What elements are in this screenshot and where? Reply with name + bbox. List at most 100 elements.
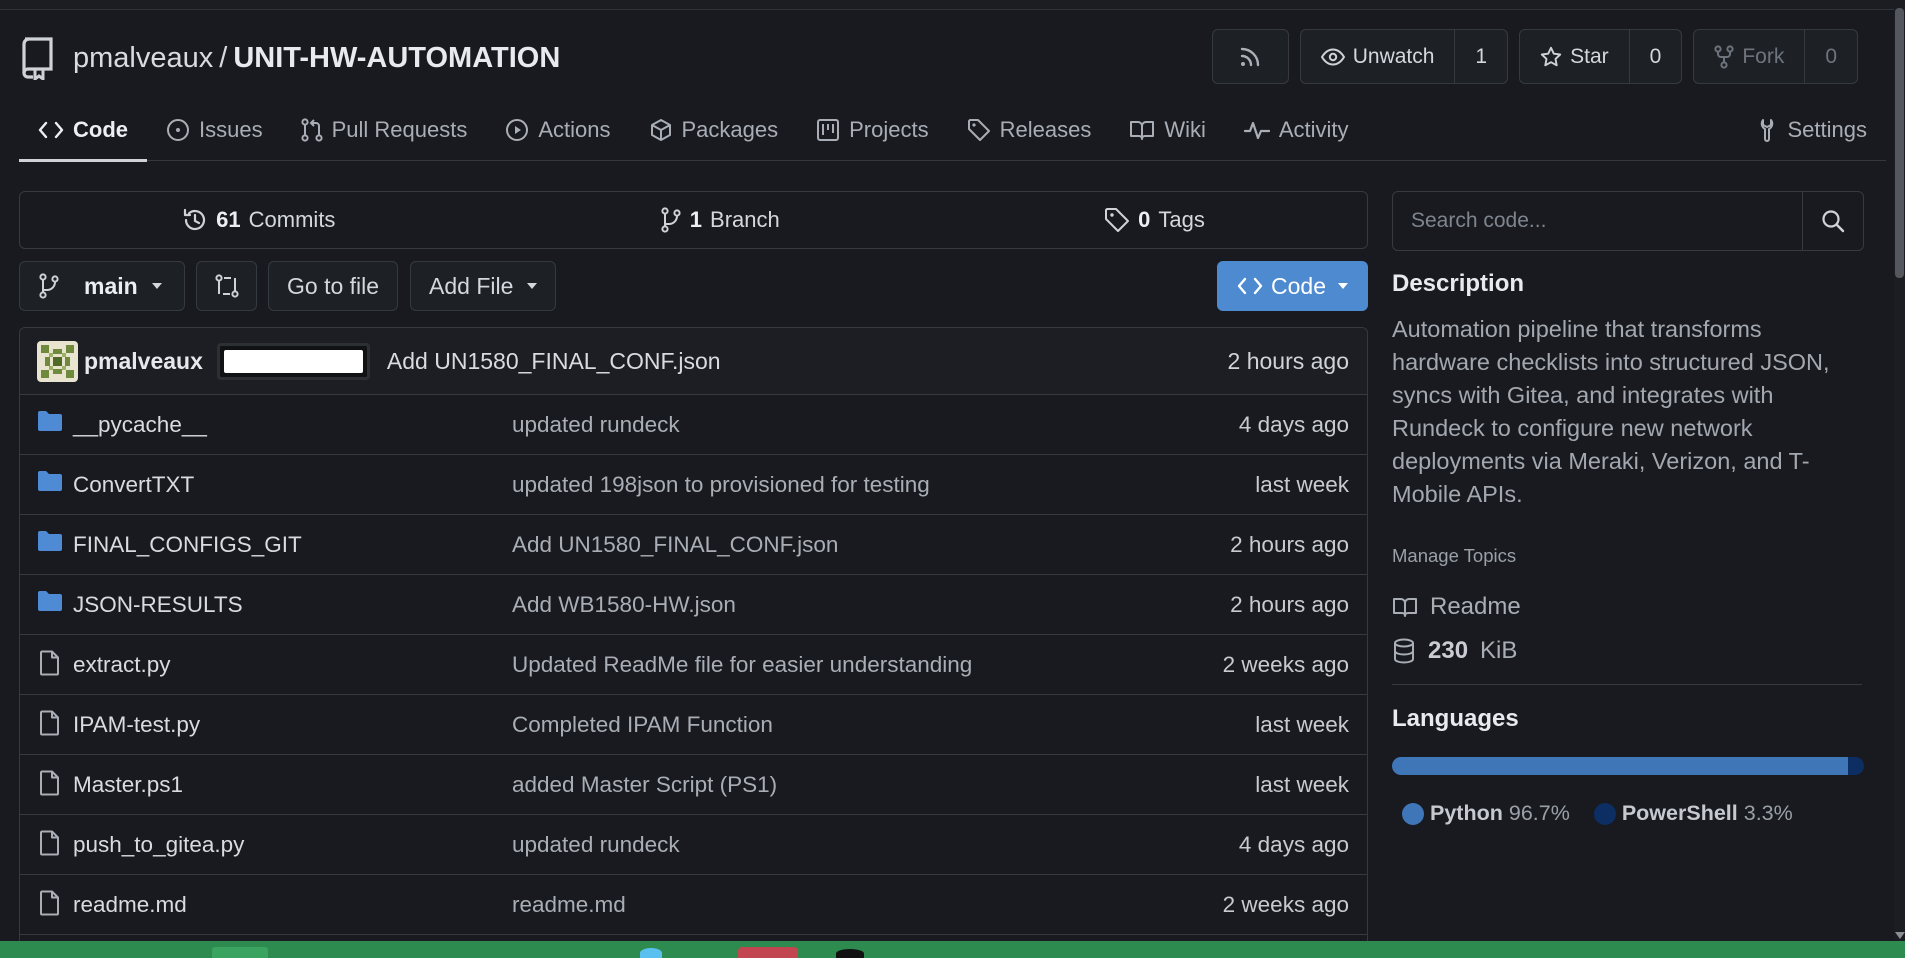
file-commit-message-link[interactable]: readme.md — [512, 892, 626, 918]
fork-icon — [1714, 44, 1734, 69]
tags-link[interactable]: 0 Tags — [1104, 207, 1205, 233]
tags-count: 0 — [1138, 207, 1151, 232]
star-label: Star — [1570, 44, 1609, 68]
tab-pull-requests[interactable]: Pull Requests — [282, 99, 487, 161]
page-scrollbar[interactable] — [1894, 0, 1905, 941]
sidebar-divider — [1392, 684, 1862, 685]
tab-issues[interactable]: Issues — [147, 99, 282, 161]
taskbar-app-icon[interactable] — [836, 949, 864, 958]
taskbar-app-icon[interactable] — [738, 947, 798, 958]
window-top-edge — [0, 0, 1905, 10]
add-file-button[interactable]: Add File — [410, 261, 557, 311]
file-commit-message-link[interactable]: Updated ReadMe file for easier understan… — [512, 652, 972, 678]
file-commit-message-link[interactable]: Add WB1580-HW.json — [512, 592, 736, 618]
header-actions: Unwatch 1 Star 0 Fork 0 — [1211, 29, 1858, 84]
branch-selector[interactable]: main — [19, 261, 185, 311]
clone-code-button[interactable]: Code — [1217, 261, 1368, 311]
folder-icon — [37, 530, 63, 552]
file-commit-message-link[interactable]: Completed IPAM Function — [512, 712, 773, 738]
file-icon — [39, 650, 61, 676]
language-bar-powershell — [1848, 757, 1864, 775]
book-icon — [1392, 596, 1418, 618]
tab-pull-requests-label: Pull Requests — [331, 117, 468, 142]
watch-count[interactable]: 1 — [1454, 30, 1507, 83]
tab-settings[interactable]: Settings — [1738, 99, 1887, 161]
repo-owner-link[interactable]: pmalveaux — [73, 42, 213, 74]
scrollbar-thumb[interactable] — [1895, 8, 1904, 278]
file-name-link[interactable]: Master.ps1 — [73, 772, 183, 798]
table-row[interactable]: Master.ps1 added Master Script (PS1) last … — [20, 755, 1367, 815]
table-row[interactable]: IPAM-test.py Completed IPAM Function last … — [20, 695, 1367, 755]
file-commit-message-link[interactable]: updated rundeck — [512, 412, 680, 438]
tab-activity[interactable]: Activity — [1225, 99, 1368, 161]
table-row[interactable]: JSON-RESULTS Add WB1580-HW.json 2 hours ag… — [20, 575, 1367, 635]
scroll-down-arrow-icon[interactable] — [1895, 932, 1905, 939]
folder-icon — [37, 410, 63, 432]
file-commit-time: last week — [1255, 471, 1349, 497]
tab-wiki[interactable]: Wiki — [1110, 99, 1225, 161]
tab-releases[interactable]: Releases — [948, 99, 1111, 161]
tab-activity-label: Activity — [1278, 117, 1349, 142]
repo-name-link[interactable]: UNIT-HW-AUTOMATION — [233, 42, 560, 74]
file-commit-message-link[interactable]: updated 198json to provisioned for testi… — [512, 472, 930, 498]
file-commit-message-link[interactable]: Add UN1580_FINAL_CONF.json — [512, 532, 838, 558]
star-count[interactable]: 0 — [1628, 30, 1682, 83]
table-row[interactable]: readme.md readme.md 2 weeks ago — [20, 875, 1367, 935]
file-name-link[interactable]: JSON-RESULTS — [73, 592, 243, 618]
fork-button-group: Fork 0 — [1693, 29, 1858, 84]
repo-tabs: Code Issues Pull Requests Actions Packag… — [19, 99, 1887, 162]
commits-link[interactable]: 61 Commits — [182, 207, 335, 233]
language-powershell[interactable]: PowerShell 3.3% — [1593, 801, 1793, 826]
file-name-link[interactable]: ConvertTXT — [73, 472, 194, 498]
redacted-commit-hash[interactable] — [216, 342, 370, 380]
book-icon — [1129, 119, 1155, 141]
fork-count[interactable]: 0 — [1804, 30, 1857, 83]
file-name-link[interactable]: IPAM-test.py — [73, 712, 200, 738]
fork-button[interactable]: Fork — [1694, 30, 1804, 83]
file-name-link[interactable]: extract.py — [73, 652, 171, 678]
branches-link[interactable]: 1 Branch — [660, 207, 780, 233]
file-name-link[interactable]: __pycache__ — [73, 412, 207, 438]
file-commit-message-link[interactable]: added Master Script (PS1) — [512, 772, 777, 798]
table-row[interactable]: ConvertTXT updated 198json to provisioned… — [20, 455, 1367, 515]
star-button[interactable]: Star — [1520, 30, 1629, 83]
taskbar-app-icon[interactable] — [640, 948, 662, 958]
commit-message-link[interactable]: Add UN1580_FINAL_CONF.json — [387, 348, 721, 375]
code-icon — [38, 120, 64, 140]
taskbar-app-icon[interactable] — [212, 947, 268, 958]
commit-author-link[interactable]: pmalveaux — [84, 348, 203, 375]
language-python[interactable]: Python 96.7% — [1402, 801, 1570, 826]
search-button[interactable] — [1802, 192, 1863, 250]
compare-button[interactable] — [196, 261, 257, 311]
tab-packages[interactable]: Packages — [630, 99, 798, 161]
file-icon — [39, 770, 61, 796]
branch-label: Branch — [710, 207, 780, 232]
avatar[interactable] — [37, 340, 78, 382]
file-name-link[interactable]: readme.md — [73, 892, 187, 918]
file-commit-message-link[interactable]: updated rundeck — [512, 832, 680, 858]
table-row[interactable]: push_to_gitea.py updated rundeck 4 days ag… — [20, 815, 1367, 875]
rss-button[interactable] — [1211, 29, 1289, 84]
pull-request-icon — [300, 118, 323, 142]
table-row[interactable]: extract.py Updated ReadMe file for easier… — [20, 635, 1367, 695]
tab-actions[interactable]: Actions — [486, 99, 629, 161]
tags-label: Tags — [1158, 207, 1205, 232]
readme-link[interactable]: Readme — [1392, 593, 1521, 621]
tab-projects[interactable]: Projects — [797, 99, 947, 161]
file-commit-time: 2 hours ago — [1230, 531, 1349, 557]
history-icon — [182, 207, 208, 233]
unwatch-button[interactable]: Unwatch — [1301, 30, 1455, 83]
go-to-file-button[interactable]: Go to file — [268, 261, 399, 311]
search-input[interactable] — [1393, 192, 1802, 250]
file-name-link[interactable]: FINAL_CONFIGS_GIT — [73, 532, 302, 558]
language-legend: Python 96.7% PowerShell 3.3% — [1402, 801, 1793, 826]
file-commit-time: last week — [1255, 711, 1349, 737]
file-name-link[interactable]: push_to_gitea.py — [73, 832, 244, 858]
tab-code[interactable]: Code — [19, 99, 147, 162]
table-row[interactable]: __pycache__ updated rundeck 4 days ago — [20, 395, 1367, 455]
branch-icon — [660, 207, 682, 233]
manage-topics-link[interactable]: Manage Topics — [1392, 545, 1516, 567]
project-icon — [816, 118, 840, 142]
table-row[interactable]: FINAL_CONFIGS_GIT Add UN1580_FINAL_CONF.j… — [20, 515, 1367, 575]
file-icon — [39, 890, 61, 916]
